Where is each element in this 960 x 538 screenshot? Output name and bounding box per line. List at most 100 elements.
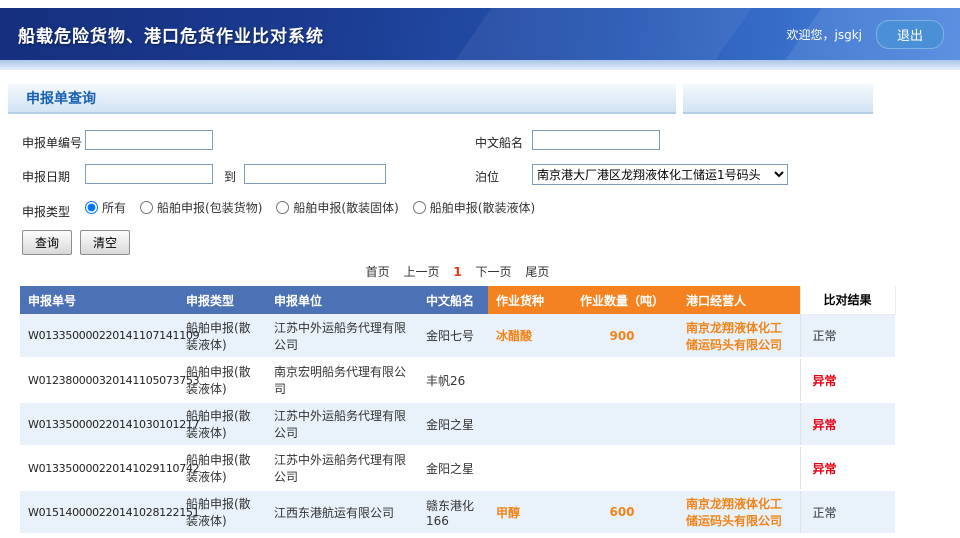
table-row: W015140000220141028122151 船舶申报(散装液体) 江西东…	[20, 490, 895, 534]
section-bar: 申报单查询	[8, 84, 952, 114]
declaration-id-cell: W012380000320141105073753	[20, 358, 178, 402]
date-to-input[interactable]	[244, 164, 386, 184]
form-actions: 查询 清空	[22, 230, 960, 255]
clear-button[interactable]: 清空	[80, 230, 130, 255]
type-option-bulk-liquid-label: 船舶申报(散装液体)	[430, 199, 535, 216]
type-option-packaged[interactable]: 船舶申报(包装货物)	[140, 199, 262, 216]
type-label: 申报类型	[22, 203, 70, 220]
quantity-cell	[566, 402, 678, 446]
type-option-bulk-liquid[interactable]: 船舶申报(散装液体)	[413, 199, 535, 216]
table-row: W013350000220141029110742 船舶申报(散装液体) 江苏中…	[20, 446, 895, 490]
ship-name-label: 中文船名	[475, 134, 523, 151]
header-agent: 申报单位	[266, 286, 418, 314]
operator-cell	[678, 358, 800, 402]
quantity-cell: 900	[566, 314, 678, 358]
type-option-bulk-solid[interactable]: 船舶申报(散装固体)	[276, 199, 398, 216]
ship-name-cell: 金阳七号	[418, 314, 488, 358]
operator-cell: 南京龙翔液体化工储运码头有限公司	[678, 490, 800, 534]
date-to-label: 到	[224, 168, 236, 185]
header-declaration-type: 申报类型	[178, 286, 266, 314]
result-cell: 异常	[800, 358, 895, 402]
agent-cell: 江苏中外运船务代理有限公司	[266, 402, 418, 446]
declaration-type-cell: 船舶申报(散装液体)	[178, 446, 266, 490]
declaration-id-cell: W015140000220141028122151	[20, 490, 178, 534]
operator-cell	[678, 402, 800, 446]
section-title: 申报单查询	[26, 88, 96, 108]
header-operator: 港口经营人	[678, 286, 800, 314]
declaration-type-cell: 船舶申报(散装液体)	[178, 490, 266, 534]
app-title: 船载危险货物、港口危货作业比对系统	[18, 22, 324, 47]
date-label: 申报日期	[22, 168, 70, 185]
header-accent-strip	[0, 60, 960, 70]
declaration-type-radio-group: 所有 船舶申报(包装货物) 船舶申报(散装固体) 船舶申报(散装液体)	[85, 199, 549, 216]
agent-cell: 江西东港航运有限公司	[266, 490, 418, 534]
table-row: W012380000320141105073753 船舶申报(散装液体) 南京宏…	[20, 358, 895, 402]
header-user-area: 欢迎您，jsgkj 退出	[786, 20, 944, 49]
quantity-cell	[566, 446, 678, 490]
type-radio-packaged[interactable]	[140, 201, 153, 214]
type-radio-all[interactable]	[85, 201, 98, 214]
result-cell: 异常	[800, 402, 895, 446]
quantity-cell	[566, 358, 678, 402]
header-ship-name: 中文船名	[418, 286, 488, 314]
query-button[interactable]: 查询	[22, 230, 72, 255]
quantity-cell: 600	[566, 490, 678, 534]
section-bar-gap	[676, 84, 683, 114]
operator-cell	[678, 446, 800, 490]
results-table: 申报单号 申报类型 申报单位 中文船名 作业货种 作业数量（吨） 港口经营人 比…	[20, 286, 896, 535]
type-radio-bulk-solid[interactable]	[276, 201, 289, 214]
cargo-cell	[488, 402, 566, 446]
declaration-no-input[interactable]	[85, 130, 213, 150]
header-quantity: 作业数量（吨）	[566, 286, 678, 314]
declaration-id-cell: W013350000220141030101217	[20, 402, 178, 446]
ship-name-cell: 赣东港化166	[418, 490, 488, 534]
berth-label: 泊位	[475, 168, 499, 185]
pager-last[interactable]: 尾页	[525, 265, 549, 279]
table-header-row: 申报单号 申报类型 申报单位 中文船名 作业货种 作业数量（吨） 港口经营人 比…	[20, 286, 895, 314]
agent-cell: 江苏中外运船务代理有限公司	[266, 446, 418, 490]
agent-cell: 南京宏明船务代理有限公司	[266, 358, 418, 402]
section-bar-right	[683, 84, 873, 114]
date-from-input[interactable]	[85, 164, 213, 184]
declaration-type-cell: 船舶申报(散装液体)	[178, 314, 266, 358]
cargo-cell	[488, 358, 566, 402]
welcome-text: 欢迎您，jsgkj	[786, 26, 862, 43]
type-option-packaged-label: 船舶申报(包装货物)	[157, 199, 262, 216]
result-cell: 异常	[800, 446, 895, 490]
declaration-no-label: 申报单编号	[22, 134, 82, 151]
header-cargo: 作业货种	[488, 286, 566, 314]
declaration-type-cell: 船舶申报(散装液体)	[178, 358, 266, 402]
result-cell: 正常	[800, 314, 895, 358]
declaration-id-cell: W013350000220141107141109	[20, 314, 178, 358]
pager-next[interactable]: 下一页	[476, 265, 512, 279]
query-form: 申报单编号 中文船名 申报日期 到 泊位 南京港大厂港区龙翔液体化工储运1号码头…	[0, 114, 960, 226]
app-header: 船载危险货物、港口危货作业比对系统 欢迎您，jsgkj 退出	[0, 8, 960, 60]
ship-name-input[interactable]	[532, 130, 660, 150]
pager-current-page: 1	[453, 265, 461, 279]
cargo-cell: 冰醋酸	[488, 314, 566, 358]
result-cell: 正常	[800, 490, 895, 534]
ship-name-cell: 金阳之星	[418, 446, 488, 490]
type-option-all[interactable]: 所有	[85, 199, 126, 216]
header-compare-result: 比对结果	[800, 286, 895, 314]
pager-prev[interactable]: 上一页	[403, 265, 439, 279]
table-row: W013350000220141030101217 船舶申报(散装液体) 江苏中…	[20, 402, 895, 446]
berth-select[interactable]: 南京港大厂港区龙翔液体化工储运1号码头	[532, 164, 788, 185]
declaration-type-cell: 船舶申报(散装液体)	[178, 402, 266, 446]
type-option-bulk-solid-label: 船舶申报(散装固体)	[293, 199, 398, 216]
ship-name-cell: 金阳之星	[418, 402, 488, 446]
logout-button[interactable]: 退出	[876, 20, 944, 49]
declaration-id-cell: W013350000220141029110742	[20, 446, 178, 490]
section-bar-left: 申报单查询	[8, 84, 676, 114]
agent-cell: 江苏中外运船务代理有限公司	[266, 314, 418, 358]
cargo-cell: 甲醇	[488, 490, 566, 534]
operator-cell: 南京龙翔液体化工储运码头有限公司	[678, 314, 800, 358]
type-option-all-label: 所有	[102, 199, 126, 216]
table-row: W013350000220141107141109 船舶申报(散装液体) 江苏中…	[20, 314, 895, 358]
cargo-cell	[488, 446, 566, 490]
pagination-top: 首页 上一页 1 下一页 尾页	[20, 263, 895, 280]
pager-first[interactable]: 首页	[366, 265, 390, 279]
ship-name-cell: 丰帆26	[418, 358, 488, 402]
header-declaration-id: 申报单号	[20, 286, 178, 314]
type-radio-bulk-liquid[interactable]	[413, 201, 426, 214]
